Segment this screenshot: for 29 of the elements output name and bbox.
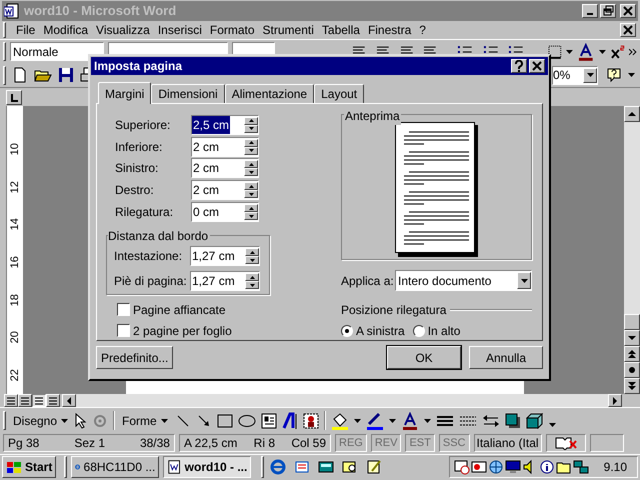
status-text: Ri 8 — [254, 435, 276, 452]
clock: 9.10 — [604, 459, 627, 476]
checkbox-label: 2 pagine per foglio — [133, 322, 232, 340]
field-label: Piè di pagina: — [113, 273, 188, 290]
ruler-number: 16 — [8, 256, 22, 268]
language-indicator: Italiano (Ital — [474, 434, 542, 452]
field-label: Sinistro: — [114, 160, 160, 178]
field-label: Intestazione: — [113, 248, 184, 266]
ruler-number: 18 — [8, 294, 22, 306]
ruler-number: 14 — [8, 218, 22, 231]
ruler-number: 20 — [8, 332, 22, 344]
radio-label: In alto — [428, 323, 460, 340]
ruler-number: 22 — [8, 369, 22, 382]
window-title: word10 - Microsoft Word — [24, 2, 178, 20]
field-label: Destro: — [114, 182, 155, 200]
ruler-number: 12 — [8, 180, 22, 194]
section-title: Posizione rilegatura — [341, 302, 446, 319]
status-text: Sez 1 — [74, 435, 105, 452]
field-label: Rilegatura: — [114, 204, 174, 222]
status-text: Pg 38 — [8, 435, 40, 452]
checkbox-label: Pagine affiancate — [133, 302, 226, 319]
radio-label: A sinistra — [356, 323, 405, 340]
status-text: A 22,5 cm — [184, 435, 238, 452]
field-label: Superiore: — [114, 116, 172, 134]
field-label: Applica a: — [341, 272, 395, 290]
field-label: Inferiore: — [114, 138, 164, 156]
status-text: 38/38 — [140, 435, 170, 452]
status-text: Col 59 — [291, 435, 326, 452]
ruler-number: 10 — [8, 143, 22, 156]
